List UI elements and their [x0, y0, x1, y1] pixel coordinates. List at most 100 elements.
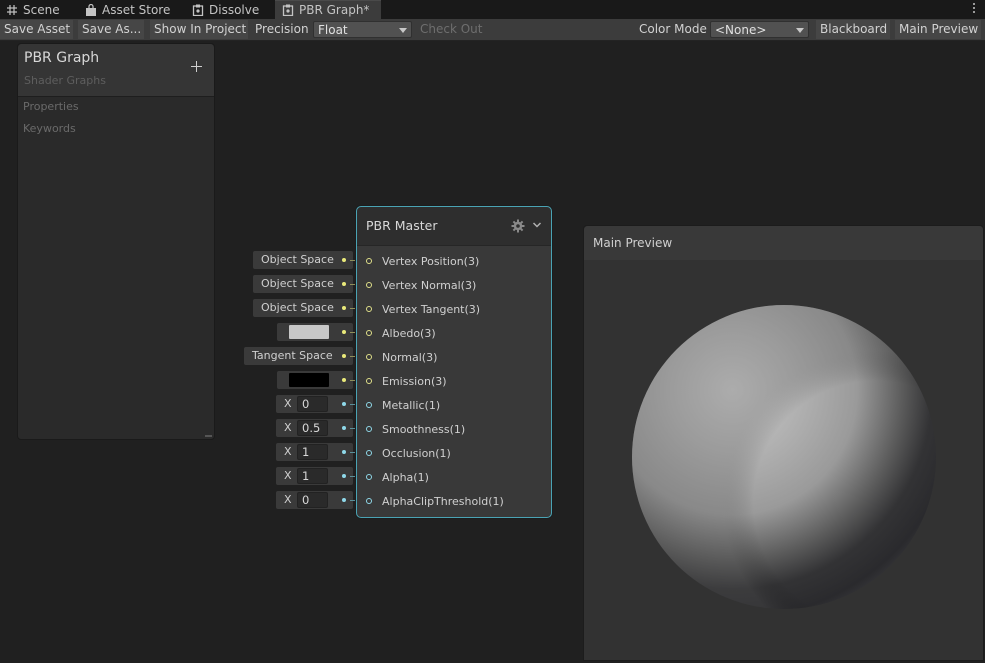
blackboard-header: PBR Graph Shader Graphs — [18, 44, 214, 97]
slot-label: Vertex Position(3) — [382, 255, 480, 268]
tab-asset-store[interactable]: Asset Store — [85, 0, 170, 19]
color-mode-label: Color Mode — [639, 22, 707, 36]
vertex-tangent-space-field[interactable]: Object Space — [253, 299, 353, 317]
tab-label: Dissolve — [209, 2, 260, 17]
node-title: PBR Master — [366, 218, 438, 233]
metallic-input[interactable]: 0 — [297, 396, 328, 412]
axis-label: X — [284, 421, 292, 434]
connector-dot — [342, 354, 346, 358]
axis-label: X — [284, 397, 292, 410]
save-asset-button[interactable]: Save Asset — [0, 20, 73, 39]
slot-vertex-tangent: Vertex Tangent(3) — [357, 298, 551, 322]
connector-dot — [342, 426, 346, 430]
precision-label: Precision — [255, 22, 309, 36]
show-in-project-button[interactable]: Show In Project — [150, 20, 248, 39]
emission-color-swatch[interactable] — [289, 373, 329, 387]
tab-label: Asset Store — [102, 2, 171, 17]
smoothness-value-field[interactable]: X 0.5 — [276, 419, 353, 437]
input-port[interactable] — [366, 450, 372, 456]
node-header[interactable]: PBR Master — [357, 207, 551, 246]
slot-metallic: Metallic(1) — [357, 394, 551, 418]
editor-tab-bar: Scene Asset Store Dissolve PBR Graph* — [0, 0, 985, 19]
preview-sphere[interactable] — [584, 260, 983, 660]
input-port[interactable] — [366, 426, 372, 432]
main-preview-toggle-button[interactable]: Main Preview — [895, 20, 981, 39]
input-port[interactable] — [366, 378, 372, 384]
connector-dot — [342, 498, 346, 502]
tab-scene[interactable]: Scene — [6, 0, 60, 19]
slot-label: Emission(3) — [382, 375, 447, 388]
slot-label: Metallic(1) — [382, 399, 441, 412]
normal-space-field[interactable]: Tangent Space — [244, 347, 353, 365]
slot-label: Smoothness(1) — [382, 423, 466, 436]
blackboard-title: PBR Graph — [24, 50, 100, 66]
vertex-normal-space-field[interactable]: Object Space — [253, 275, 353, 293]
connector-dot — [342, 282, 346, 286]
blackboard-toggle-button[interactable]: Blackboard — [816, 20, 890, 39]
slot-occlusion: Occlusion(1) — [357, 442, 551, 466]
shopping-bag-icon — [86, 3, 96, 16]
input-port[interactable] — [366, 402, 372, 408]
keywords-section[interactable]: Keywords — [23, 122, 76, 135]
field-value: Tangent Space — [252, 349, 333, 362]
chevron-down-icon[interactable] — [532, 221, 542, 229]
color-mode-dropdown[interactable]: <None> — [710, 21, 809, 38]
smoothness-input[interactable]: 0.5 — [297, 420, 328, 436]
check-out-button: Check Out — [416, 20, 486, 39]
alpha-clip-threshold-value-field[interactable]: X 0 — [276, 491, 353, 509]
properties-section[interactable]: Properties — [23, 100, 79, 113]
input-port[interactable] — [366, 498, 372, 504]
field-value: Object Space — [261, 277, 334, 290]
tab-label: PBR Graph* — [299, 3, 370, 17]
input-port[interactable] — [366, 258, 372, 264]
tab-pbr-graph[interactable]: PBR Graph* — [275, 0, 381, 19]
connector-dot — [342, 330, 346, 334]
metallic-value-field[interactable]: X 0 — [276, 395, 353, 413]
slot-label: Albedo(3) — [382, 327, 436, 340]
slot-albedo: Albedo(3) — [357, 322, 551, 346]
pbr-master-node[interactable]: PBR Master Vertex Position(3) Vertex Nor… — [356, 206, 552, 518]
graph-toolbar: Save Asset Save As... Show In Project Pr… — [0, 19, 985, 41]
input-port[interactable] — [366, 330, 372, 336]
alpha-clip-threshold-input[interactable]: 0 — [297, 492, 328, 508]
add-property-icon[interactable] — [191, 61, 202, 72]
resize-handle[interactable] — [205, 435, 212, 437]
connector-dot — [342, 450, 346, 454]
slot-label: Occlusion(1) — [382, 447, 451, 460]
occlusion-input[interactable]: 1 — [297, 444, 328, 460]
occlusion-value-field[interactable]: X 1 — [276, 443, 353, 461]
tab-dissolve[interactable]: Dissolve — [192, 0, 259, 19]
slot-label: AlphaClipThreshold(1) — [382, 495, 504, 508]
vertex-position-space-field[interactable]: Object Space — [253, 251, 353, 269]
albedo-color-swatch[interactable] — [289, 325, 329, 339]
tab-label: Scene — [23, 2, 60, 17]
emission-color-field[interactable] — [277, 371, 353, 389]
axis-label: X — [284, 445, 292, 458]
chevron-down-icon — [399, 28, 407, 33]
main-preview-panel: Main Preview — [583, 225, 984, 661]
save-as-button[interactable]: Save As... — [78, 20, 144, 39]
input-port[interactable] — [366, 474, 372, 480]
alpha-value-field[interactable]: X 1 — [276, 467, 353, 485]
input-port[interactable] — [366, 354, 372, 360]
blackboard-subtitle: Shader Graphs — [24, 74, 106, 87]
field-value: Object Space — [261, 301, 334, 314]
alpha-input[interactable]: 1 — [297, 468, 328, 484]
slot-label: Alpha(1) — [382, 471, 429, 484]
preview-viewport[interactable] — [584, 260, 983, 660]
input-port[interactable] — [366, 282, 372, 288]
gear-icon[interactable] — [511, 219, 525, 233]
color-mode-value: <None> — [715, 23, 767, 37]
albedo-color-field[interactable] — [277, 323, 353, 341]
input-port[interactable] — [366, 306, 372, 312]
precision-dropdown[interactable]: Float — [313, 21, 412, 38]
main-preview-header[interactable]: Main Preview — [584, 226, 983, 261]
axis-label: X — [284, 493, 292, 506]
precision-value: Float — [318, 23, 348, 37]
slot-label: Normal(3) — [382, 351, 438, 364]
connector-dot — [342, 378, 346, 382]
more-options-icon[interactable] — [972, 3, 976, 15]
connector-dot — [342, 258, 346, 262]
shader-graph-icon — [282, 4, 294, 16]
axis-label: X — [284, 469, 292, 482]
